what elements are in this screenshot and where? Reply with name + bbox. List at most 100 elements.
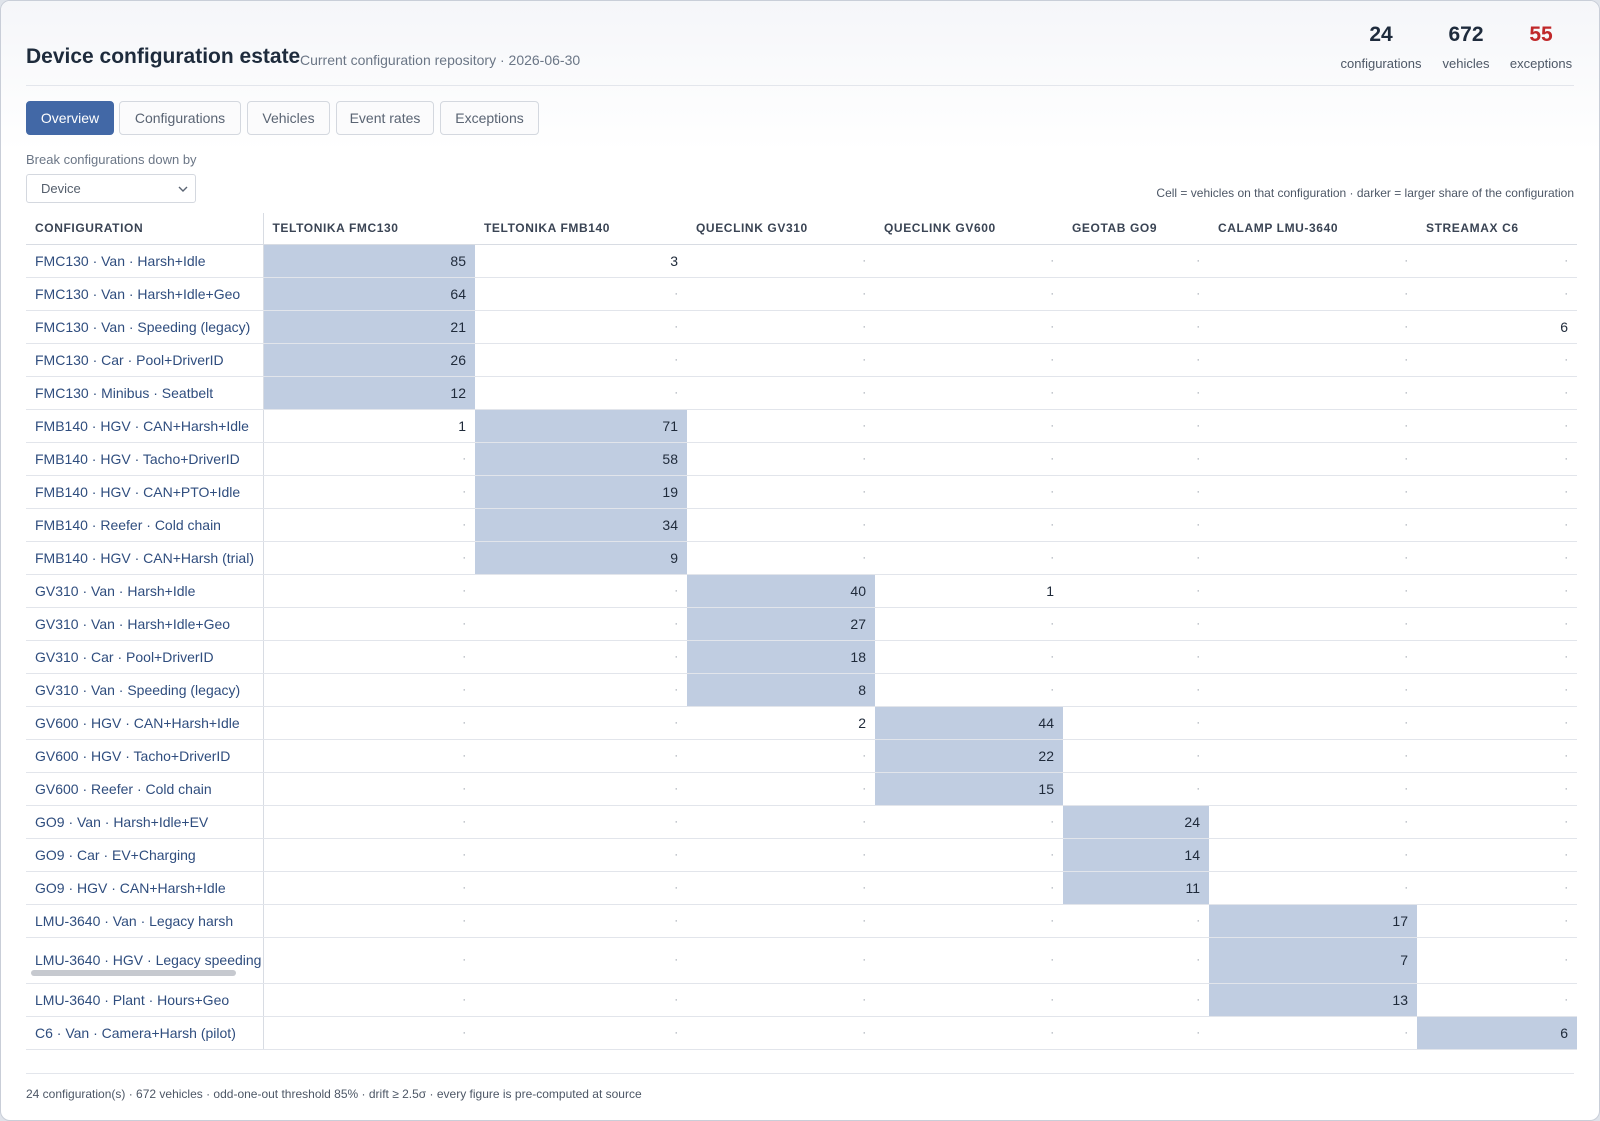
configuration-name[interactable]: FMB140 · HGV · CAN+PTO+Idle	[26, 475, 264, 509]
configuration-name[interactable]: LMU-3640 · Plant · Hours+Geo	[26, 983, 264, 1017]
matrix-cell: 26	[263, 343, 475, 377]
configuration-name[interactable]: C6 · Van · Camera+Harsh (pilot)	[26, 1016, 264, 1050]
configuration-name[interactable]: GO9 · Car · EV+Charging	[26, 838, 264, 872]
matrix-cell: ·	[1063, 673, 1209, 707]
table-row[interactable]: FMC130 · Minibus · Seatbelt 12 · · · · · ·	[26, 376, 1577, 410]
configuration-name[interactable]: FMB140 · HGV · CAN+Harsh+Idle	[26, 409, 264, 443]
table-row[interactable]: LMU-3640 · HGV · Legacy speeding · · · · · 7 ·	[26, 937, 1577, 984]
breakdown-select[interactable]: Device	[26, 174, 196, 203]
table-row[interactable]: C6 · Van · Camera+Harsh (pilot) · · · · · · 6	[26, 1016, 1577, 1050]
tab-exceptions[interactable]: Exceptions	[440, 101, 539, 135]
matrix-cell: ·	[1209, 310, 1417, 344]
stat-vehicles-value: 672	[1448, 23, 1484, 46]
column-header[interactable]: QUECLINK GV600	[875, 213, 1063, 245]
tab-configurations[interactable]: Configurations	[119, 101, 241, 135]
configuration-name[interactable]: GV600 · Reefer · Cold chain	[26, 772, 264, 806]
matrix-cell: 15	[875, 772, 1063, 806]
table-row[interactable]: FMC130 · Van · Speeding (legacy) 21 · · · · · 6	[26, 310, 1577, 344]
configuration-name[interactable]: GO9 · Van · Harsh+Idle+EV	[26, 805, 264, 839]
matrix-cell: ·	[1417, 541, 1577, 575]
matrix-cell: ·	[1063, 706, 1209, 740]
matrix-cell: 27	[687, 607, 875, 641]
configuration-name[interactable]: GV310 · Car · Pool+DriverID	[26, 640, 264, 674]
tab-overview[interactable]: Overview	[26, 101, 114, 135]
column-header[interactable]: GEOTAB GO9	[1063, 213, 1209, 245]
table-row[interactable]: FMB140 · HGV · CAN+PTO+Idle · 19 · · · · ·	[26, 475, 1577, 509]
table-row[interactable]: FMC130 · Van · Harsh+Idle+Geo 64 · · · · · ·	[26, 277, 1577, 311]
table-row[interactable]: FMB140 · HGV · CAN+Harsh+Idle 1 71 · · · · ·	[26, 409, 1577, 443]
matrix-cell: ·	[263, 838, 475, 872]
column-header[interactable]: STREAMAX C6	[1417, 213, 1577, 245]
matrix-cell: ·	[1417, 640, 1577, 674]
matrix-cell: ·	[1209, 706, 1417, 740]
configuration-name[interactable]: FMB140 · HGV · CAN+Harsh (trial)	[26, 541, 264, 575]
table-row[interactable]: GV310 · Van · Harsh+Idle · · 40 1 · · ·	[26, 574, 1577, 608]
matrix-header-row: CONFIGURATION TELTONIKA FMC130 TELTONIKA…	[26, 213, 1577, 245]
table-row[interactable]: GV600 · Reefer · Cold chain · · · 15 · · ·	[26, 772, 1577, 806]
matrix-cell: 11	[1063, 871, 1209, 905]
column-header[interactable]: QUECLINK GV310	[687, 213, 875, 245]
stat-configurations-label: configurations	[1340, 56, 1422, 71]
matrix-cell: ·	[263, 508, 475, 542]
matrix-cell: ·	[263, 475, 475, 509]
configuration-name[interactable]: LMU-3640 · HGV · Legacy speeding	[26, 937, 264, 984]
page-subtitle: Current configuration repository · 2026-…	[300, 52, 581, 68]
table-row[interactable]: LMU-3640 · Plant · Hours+Geo · · · · · 13 ·	[26, 983, 1577, 1017]
column-header[interactable]: TELTONIKA FMC130	[263, 213, 475, 245]
tab-event-rates[interactable]: Event rates	[336, 101, 434, 135]
matrix-cell: ·	[875, 871, 1063, 905]
column-header[interactable]: CALAMP LMU-3640	[1209, 213, 1417, 245]
matrix-cell: ·	[1209, 343, 1417, 377]
configuration-name[interactable]: GV310 · Van · Speeding (legacy)	[26, 673, 264, 707]
configuration-name[interactable]: FMB140 · HGV · Tacho+DriverID	[26, 442, 264, 476]
matrix-cell: ·	[1417, 277, 1577, 311]
matrix-cell: ·	[475, 739, 687, 773]
page-header: Device configuration estate Current conf…	[26, 1, 1574, 86]
configuration-name[interactable]: LMU-3640 · Van · Legacy harsh	[26, 904, 264, 938]
breakdown-label: Break configurations down by	[26, 152, 197, 167]
table-row[interactable]: GO9 · HGV · CAN+Harsh+Idle · · · · 11 · ·	[26, 871, 1577, 905]
matrix-cell: ·	[687, 310, 875, 344]
configuration-name[interactable]: GV310 · Van · Harsh+Idle	[26, 574, 264, 608]
matrix-cell: ·	[875, 343, 1063, 377]
configuration-name[interactable]: FMC130 · Van · Harsh+Idle+Geo	[26, 277, 264, 311]
configuration-name[interactable]: FMC130 · Minibus · Seatbelt	[26, 376, 264, 410]
column-header[interactable]: CONFIGURATION	[26, 213, 264, 245]
table-row[interactable]: GV600 · HGV · CAN+Harsh+Idle · · 2 44 · · ·	[26, 706, 1577, 740]
matrix-cell: ·	[1063, 343, 1209, 377]
column-header[interactable]: TELTONIKA FMB140	[475, 213, 687, 245]
table-row[interactable]: GO9 · Car · EV+Charging · · · · 14 · ·	[26, 838, 1577, 872]
matrix-cell: ·	[475, 838, 687, 872]
matrix-cell: ·	[875, 640, 1063, 674]
table-row[interactable]: FMB140 · HGV · CAN+Harsh (trial) · 9 · · · · ·	[26, 541, 1577, 575]
configuration-name[interactable]: GV310 · Van · Harsh+Idle+Geo	[26, 607, 264, 641]
table-row[interactable]: GV600 · HGV · Tacho+DriverID · · · 22 · · ·	[26, 739, 1577, 773]
configuration-name[interactable]: FMC130 · Car · Pool+DriverID	[26, 343, 264, 377]
configuration-name[interactable]: FMB140 · Reefer · Cold chain	[26, 508, 264, 542]
configuration-name[interactable]: GV600 · HGV · CAN+Harsh+Idle	[26, 706, 264, 740]
matrix-cell: ·	[1209, 838, 1417, 872]
table-row[interactable]: FMC130 · Car · Pool+DriverID 26 · · · · · ·	[26, 343, 1577, 377]
matrix-cell: ·	[263, 983, 475, 1017]
configuration-name[interactable]: FMC130 · Van · Harsh+Idle	[26, 244, 264, 278]
matrix-cell: ·	[1063, 277, 1209, 311]
matrix-cell: 64	[263, 277, 475, 311]
configuration-name[interactable]: GV600 · HGV · Tacho+DriverID	[26, 739, 264, 773]
matrix-cell: 2	[687, 706, 875, 740]
table-row[interactable]: LMU-3640 · Van · Legacy harsh · · · · · 17 ·	[26, 904, 1577, 938]
configuration-name[interactable]: GO9 · HGV · CAN+Harsh+Idle	[26, 871, 264, 905]
table-row[interactable]: GV310 · Van · Harsh+Idle+Geo · · 27 · · · ·	[26, 607, 1577, 641]
table-row[interactable]: FMB140 · HGV · Tacho+DriverID · 58 · · · · ·	[26, 442, 1577, 476]
matrix-cell: ·	[687, 442, 875, 476]
table-row[interactable]: GV310 · Car · Pool+DriverID · · 18 · · · ·	[26, 640, 1577, 674]
table-row[interactable]: FMB140 · Reefer · Cold chain · 34 · · · · ·	[26, 508, 1577, 542]
tab-vehicles[interactable]: Vehicles	[247, 101, 330, 135]
table-row[interactable]: GV310 · Van · Speeding (legacy) · · 8 · · · ·	[26, 673, 1577, 707]
horizontal-scrollbar[interactable]	[31, 969, 236, 976]
matrix-cell: ·	[1209, 607, 1417, 641]
matrix-cell: ·	[875, 904, 1063, 938]
matrix-cell: ·	[1063, 772, 1209, 806]
table-row[interactable]: GO9 · Van · Harsh+Idle+EV · · · · 24 · ·	[26, 805, 1577, 839]
configuration-name[interactable]: FMC130 · Van · Speeding (legacy)	[26, 310, 264, 344]
table-row[interactable]: FMC130 · Van · Harsh+Idle 85 3 · · · · ·	[26, 244, 1577, 278]
